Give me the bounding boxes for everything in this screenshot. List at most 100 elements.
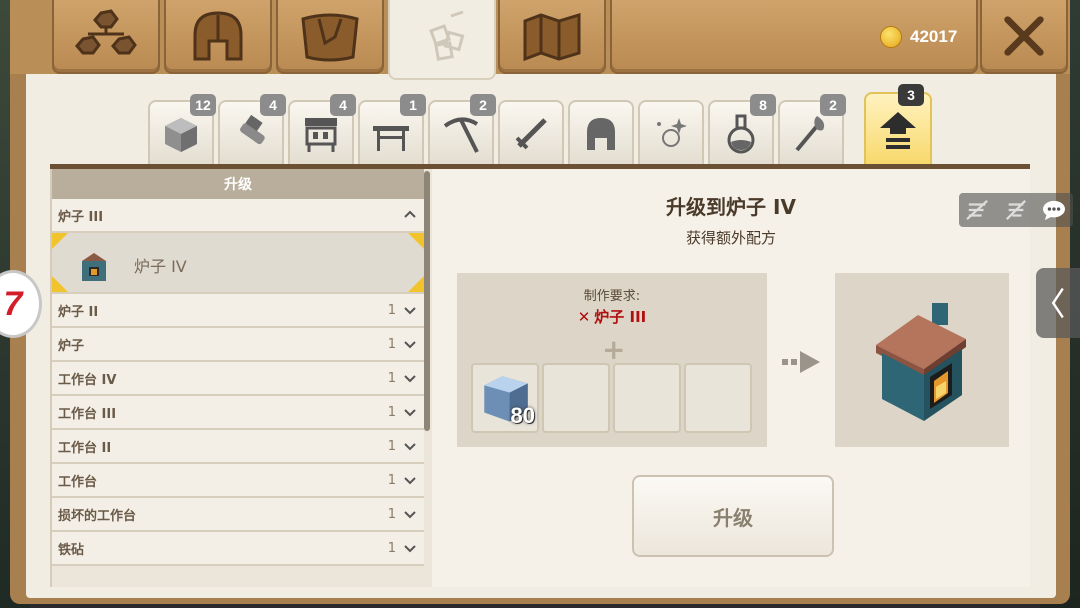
upgrade-arrow-icon	[880, 112, 916, 149]
category-furniture[interactable]: 1	[358, 94, 426, 166]
list-group-expanded[interactable]: 炉子 III	[52, 199, 424, 233]
category-armor[interactable]	[568, 100, 634, 166]
category-count: 4	[330, 94, 356, 116]
helmet-icon	[587, 118, 615, 150]
category-count: 12	[190, 94, 216, 116]
group-label: 工作台 II	[58, 440, 112, 456]
group-label: 工作台	[58, 474, 98, 490]
chevron-down-icon	[404, 375, 416, 383]
tab-inventory[interactable]	[276, 0, 384, 74]
selection-corner	[408, 233, 424, 249]
torch-icon	[795, 116, 825, 152]
chat-icon[interactable]	[1041, 199, 1067, 221]
category-magic[interactable]	[638, 100, 704, 166]
machine-icon	[305, 118, 337, 152]
sparkle-icon	[657, 118, 687, 147]
group-label: 炉子 III	[58, 209, 104, 225]
category-pickaxes[interactable]: 2	[428, 94, 496, 166]
close-button[interactable]	[980, 0, 1068, 74]
list-group[interactable]: 铁砧 1	[52, 532, 424, 566]
requirements-box: 制作要求: ✕ 炉子 III + 80	[457, 273, 767, 447]
list-item-selected[interactable]: 炉子 IV	[52, 233, 424, 294]
ingredient-count: 80	[510, 403, 535, 428]
group-count: 1	[387, 336, 396, 352]
category-lighting[interactable]: 2	[778, 94, 846, 166]
list-group[interactable]: 工作台 1	[52, 464, 424, 498]
required-station: ✕ 炉子 III	[577, 308, 647, 326]
pickaxe-icon	[443, 117, 479, 153]
arrow-right-icon	[782, 351, 820, 373]
chevron-left-icon	[1051, 287, 1064, 319]
settings-off-icon[interactable]	[1003, 199, 1029, 221]
chevron-down-icon	[404, 443, 416, 451]
chevron-down-icon	[404, 409, 416, 417]
group-label: 损坏的工作台	[58, 508, 137, 524]
selection-corner	[52, 276, 68, 292]
coin-icon	[880, 26, 902, 48]
sword-icon	[515, 118, 547, 150]
coin-count: 42017	[910, 27, 958, 46]
upgrade-button[interactable]: 升级	[632, 475, 834, 557]
list-group[interactable]: 工作台 II 1	[52, 430, 424, 464]
barrage-off-icon[interactable]	[965, 199, 991, 221]
chat-toolbar[interactable]	[959, 193, 1073, 227]
category-count: 2	[820, 94, 846, 116]
list-group[interactable]: 炉子 1	[52, 328, 424, 362]
group-count: 1	[387, 370, 396, 386]
chevron-down-icon	[404, 511, 416, 519]
chevron-down-icon	[404, 477, 416, 485]
table-icon	[373, 126, 409, 151]
group-label: 工作台 IV	[58, 372, 117, 388]
category-tools[interactable]: 4	[218, 94, 286, 166]
bag-icon	[301, 13, 359, 62]
category-count: 4	[260, 94, 286, 116]
furnace-icon	[876, 303, 966, 421]
list-scrollbar[interactable]	[424, 171, 430, 431]
currency-panel: 42017	[610, 0, 978, 74]
tab-equipment[interactable]	[164, 0, 272, 74]
group-count: 1	[387, 506, 396, 522]
category-blocks[interactable]: 12	[148, 94, 216, 166]
list-group[interactable]: 工作台 III 1	[52, 396, 424, 430]
group-count: 1	[387, 438, 396, 454]
group-count: 1	[387, 540, 396, 556]
block-icon	[165, 118, 197, 152]
plus-icon: +	[602, 333, 626, 366]
ingredient-slot[interactable]	[684, 363, 752, 433]
map-icon	[523, 12, 581, 62]
chevron-down-icon	[404, 545, 416, 553]
list-group[interactable]: 炉子 II 1	[52, 294, 424, 328]
group-label: 炉子	[58, 338, 85, 354]
close-icon	[1004, 16, 1044, 56]
ingredient-slot[interactable]	[613, 363, 681, 433]
list-group[interactable]: 损坏的工作台 1	[52, 498, 424, 532]
tab-skills[interactable]	[52, 0, 160, 74]
chevron-up-icon	[404, 210, 416, 218]
group-count: 1	[387, 472, 396, 488]
category-potions[interactable]: 8	[708, 94, 776, 166]
ingredient-slot[interactable]	[542, 363, 610, 433]
category-machines[interactable]: 4	[288, 94, 356, 166]
ingredient-slot[interactable]: 80	[471, 363, 539, 433]
chevron-down-icon	[404, 307, 416, 315]
category-count: 3	[898, 84, 924, 106]
category-weapons[interactable]	[498, 100, 564, 166]
potion-icon	[727, 114, 755, 154]
recipe-list[interactable]: 升级 炉子 III 炉子 IV 炉子 II 1 炉子 1 工作台 IV 1 工作台 III 1…	[50, 169, 432, 587]
side-panel-handle[interactable]	[1036, 268, 1080, 338]
group-count: 1	[387, 404, 396, 420]
group-label: 炉子 II	[58, 304, 99, 320]
missing-mark-icon: ✕	[577, 308, 591, 326]
tools-icon	[240, 114, 265, 145]
list-group[interactable]: 工作台 IV 1	[52, 362, 424, 396]
tab-map[interactable]	[498, 0, 606, 74]
hierarchy-icon	[75, 9, 137, 55]
list-header: 升级	[52, 169, 424, 199]
furnace-icon	[82, 253, 106, 281]
result-slot	[835, 273, 1009, 447]
group-count: 1	[387, 302, 396, 318]
item-label: 炉子 IV	[134, 257, 187, 276]
tab-crafting[interactable]	[388, 0, 496, 80]
selection-corner	[408, 276, 424, 292]
category-upgrades[interactable]: 3	[864, 84, 932, 166]
